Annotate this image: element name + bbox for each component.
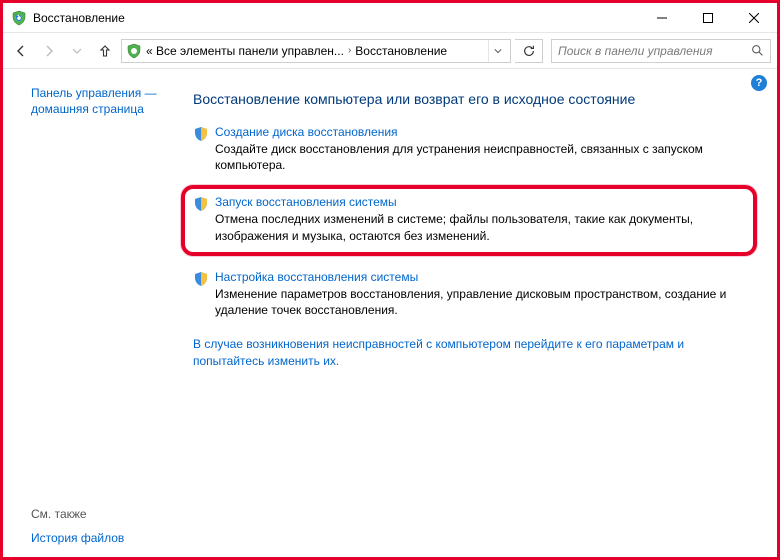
see-also-header: См. также (31, 507, 171, 521)
control-panel-icon (126, 43, 142, 59)
address-bar[interactable]: « Все элементы панели управлен... › Восс… (121, 39, 511, 63)
maximize-button[interactable] (685, 3, 731, 33)
shield-icon (193, 196, 209, 212)
control-panel-home-link[interactable]: Панель управления — домашняя страница (31, 85, 171, 117)
minimize-button[interactable] (639, 3, 685, 33)
search-input[interactable] (552, 44, 744, 58)
breadcrumb-current[interactable]: Восстановление (355, 44, 447, 58)
address-dropdown-icon[interactable] (488, 40, 506, 62)
navigation-bar: « Все элементы панели управлен... › Восс… (3, 33, 777, 69)
create-recovery-drive-link[interactable]: Создание диска восстановления (215, 125, 753, 139)
file-history-link[interactable]: История файлов (31, 531, 171, 545)
window-title: Восстановление (33, 11, 639, 25)
refresh-button[interactable] (515, 39, 543, 63)
open-system-restore-desc: Отмена последних изменений в системе; фа… (215, 211, 743, 243)
configure-system-restore-link[interactable]: Настройка восстановления системы (215, 270, 753, 284)
option-open-system-restore: Запуск восстановления системы Отмена пос… (193, 195, 743, 243)
screenshot-frame: Восстановление (0, 0, 780, 560)
forward-button[interactable] (37, 39, 61, 63)
window-buttons (639, 3, 777, 33)
create-recovery-drive-desc: Создайте диск восстановления для устране… (215, 141, 753, 173)
search-icon[interactable] (744, 44, 770, 57)
content-area: ? Восстановление компьютера или возврат … (183, 69, 777, 557)
help-icon[interactable]: ? (751, 75, 767, 91)
shield-icon (193, 271, 209, 287)
page-heading: Восстановление компьютера или возврат ег… (193, 91, 753, 107)
option-create-recovery-drive: Создание диска восстановления Создайте д… (193, 125, 753, 173)
configure-system-restore-desc: Изменение параметров восстановления, упр… (215, 286, 753, 318)
highlight-annotation: Запуск восстановления системы Отмена пос… (181, 185, 757, 255)
sidebar: Панель управления — домашняя страница См… (3, 69, 183, 557)
recovery-icon (11, 10, 27, 26)
close-button[interactable] (731, 3, 777, 33)
recent-dropdown[interactable] (65, 39, 89, 63)
up-button[interactable] (93, 39, 117, 63)
titlebar: Восстановление (3, 3, 777, 33)
shield-icon (193, 126, 209, 142)
body: Панель управления — домашняя страница См… (3, 69, 777, 557)
breadcrumb-separator-icon: › (348, 45, 351, 56)
open-system-restore-link[interactable]: Запуск восстановления системы (215, 195, 743, 209)
back-button[interactable] (9, 39, 33, 63)
option-configure-system-restore: Настройка восстановления системы Изменен… (193, 270, 753, 318)
search-box[interactable] (551, 39, 771, 63)
window: Восстановление (3, 3, 777, 557)
breadcrumb-parent[interactable]: « Все элементы панели управлен... (146, 44, 344, 58)
pc-settings-troubleshoot-link[interactable]: В случае возникновения неисправностей с … (193, 336, 753, 370)
